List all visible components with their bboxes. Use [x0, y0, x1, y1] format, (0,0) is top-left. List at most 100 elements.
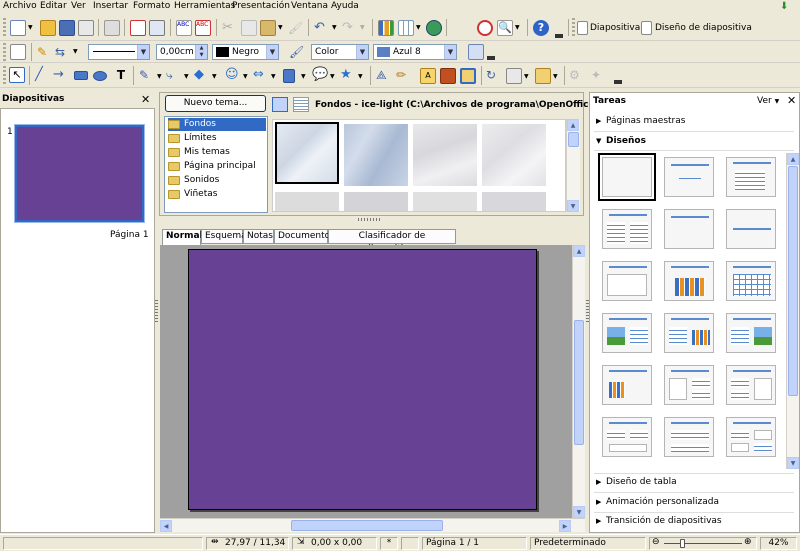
3d-effects-icon[interactable]: ✦ — [591, 67, 607, 83]
gallery-item-paper-white[interactable] — [482, 124, 546, 186]
arrange-icon[interactable] — [535, 68, 551, 84]
section-animacion-personalizada[interactable]: ▶ Animación personalizada — [594, 496, 784, 509]
zoom-slider-thumb[interactable] — [680, 539, 685, 548]
gallery-icon[interactable] — [460, 68, 476, 84]
curve-tool-icon[interactable]: ✎ — [139, 67, 155, 83]
layout-title-text[interactable] — [602, 261, 652, 301]
layout-scrollbar[interactable]: ▲ ▼ — [786, 153, 799, 469]
layout-title-table[interactable] — [726, 261, 776, 301]
layout-title-2-content-right[interactable] — [726, 365, 776, 405]
layout-title-centered[interactable] — [664, 209, 714, 249]
block-arrows-dropdown-arrow-icon[interactable]: ▼ — [271, 73, 276, 80]
new-theme-button[interactable]: Nuevo tema... — [165, 95, 266, 112]
basic-shapes-dropdown-arrow-icon[interactable]: ▼ — [212, 73, 217, 80]
canvas-horizontal-scrollbar[interactable]: ◀ ▶ — [160, 518, 585, 532]
layout-title-2-content[interactable] — [602, 209, 652, 249]
layout-title-chart[interactable] — [664, 261, 714, 301]
text-tool-icon[interactable]: T — [113, 67, 129, 83]
symbol-shapes-icon[interactable]: ☺ — [225, 67, 241, 83]
task-pane-close-icon[interactable]: ✕ — [787, 94, 796, 107]
points-icon[interactable]: ⟁ — [376, 67, 392, 83]
status-style[interactable]: Predeterminado — [530, 537, 646, 550]
line-icon[interactable]: ✎ — [37, 44, 53, 60]
line-tool-icon[interactable]: ╱ — [35, 67, 51, 83]
from-file-icon[interactable] — [440, 68, 456, 84]
block-arrows-icon[interactable]: ⇔ — [253, 67, 269, 83]
task-pane-view-menu[interactable]: Ver ▼ — [757, 96, 779, 106]
task-pane-splitter-handle[interactable] — [586, 300, 589, 322]
arrange-dropdown-arrow-icon[interactable]: ▼ — [553, 73, 558, 80]
toolbar2-overflow-icon[interactable] — [487, 56, 495, 60]
edit-file-icon[interactable] — [104, 20, 120, 36]
insert-chart-icon[interactable] — [378, 20, 394, 36]
status-signature[interactable] — [401, 537, 419, 550]
redo-dropdown-arrow-icon[interactable]: ▼ — [360, 24, 365, 31]
help-icon[interactable]: ? — [533, 20, 549, 36]
stars-dropdown-arrow-icon[interactable]: ▼ — [358, 73, 363, 80]
layout-title-text-image[interactable] — [726, 313, 776, 353]
callouts-dropdown-arrow-icon[interactable]: ▼ — [330, 73, 335, 80]
new-document-icon[interactable] — [10, 20, 26, 36]
open-folder-icon[interactable] — [40, 20, 56, 36]
slides-pane-close-icon[interactable]: ✕ — [141, 92, 150, 107]
slide-layout-button-label[interactable]: Diseño de diapositiva — [655, 23, 752, 33]
gallery-theme-mis-temas[interactable]: Mis temas — [168, 146, 230, 159]
line-style-select[interactable]: ▼ — [88, 44, 150, 60]
shadow-icon[interactable] — [468, 44, 484, 60]
section-transicion-diapositivas[interactable]: ▶ Transición de diapositivas — [594, 515, 784, 528]
copy-icon[interactable] — [241, 20, 257, 36]
email-icon[interactable] — [78, 20, 94, 36]
table-dropdown-arrow-icon[interactable]: ▼ — [416, 24, 421, 31]
gallery-item-grey-1[interactable] — [275, 192, 339, 211]
select-pointer-icon[interactable]: ↖ — [9, 67, 25, 83]
area-color-select[interactable]: Azul 8 ▼ — [373, 44, 457, 60]
layout-blank[interactable] — [598, 153, 656, 201]
stars-icon[interactable]: ★ — [340, 67, 356, 83]
autospellcheck-icon[interactable]: ABC — [195, 20, 211, 36]
new-dropdown-arrow-icon[interactable]: ▼ — [28, 24, 33, 31]
cut-icon[interactable]: ✂ — [222, 20, 238, 36]
clone-format-icon[interactable]: 🖌 — [288, 20, 304, 36]
toolbar3-overflow-icon[interactable] — [614, 80, 622, 84]
icon-view-icon[interactable] — [272, 97, 288, 112]
styles-formatting-icon[interactable] — [10, 44, 26, 60]
ellipse-tool-icon[interactable] — [93, 71, 107, 81]
section-diseno-tabla[interactable]: ▶ Diseño de tabla — [594, 476, 784, 489]
section-paginas-maestras[interactable]: ▶ Páginas maestras — [594, 115, 784, 128]
redo-icon[interactable]: ↷ — [342, 20, 358, 36]
gallery-theme-sonidos[interactable]: Sonidos — [168, 174, 219, 187]
layout-title-content-over[interactable] — [664, 417, 714, 457]
show-draw-functions-icon[interactable] — [426, 20, 442, 36]
connector-dropdown-arrow-icon[interactable]: ▼ — [184, 73, 189, 80]
toolbar-overflow-icon[interactable] — [555, 34, 563, 38]
connector-tool-icon[interactable]: ⤷ — [166, 67, 182, 83]
slide-thumbnail[interactable] — [14, 124, 145, 223]
detail-view-icon[interactable] — [293, 97, 309, 112]
gallery-item-ice-light[interactable] — [275, 122, 339, 184]
tab-notas[interactable]: Notas — [243, 229, 274, 244]
menu-ventana[interactable]: Ventana — [291, 1, 328, 11]
pane-splitter-handle[interactable] — [155, 300, 158, 322]
rotate-icon[interactable]: ↻ — [486, 67, 502, 83]
flowchart-icon[interactable] — [283, 69, 295, 83]
tab-clasificador[interactable]: Clasificador de diapositivas — [328, 229, 456, 254]
alignment-dropdown-arrow-icon[interactable]: ▼ — [524, 73, 529, 80]
layout-title-2-content-over[interactable] — [602, 417, 652, 457]
line-color-select[interactable]: Negro ▼ — [212, 44, 279, 60]
menu-insertar[interactable]: Insertar — [93, 1, 128, 11]
menu-editar[interactable]: Editar — [40, 1, 67, 11]
layout-title-only[interactable] — [664, 157, 714, 197]
area-style-select[interactable]: Color ▼ — [311, 44, 369, 60]
print-icon[interactable] — [149, 20, 165, 36]
layout-title-content[interactable] — [726, 157, 776, 197]
basic-shapes-icon[interactable]: ◆ — [194, 67, 210, 83]
status-zoom-slider[interactable]: ⊖ ⊕ — [649, 537, 757, 550]
curve-dropdown-arrow-icon[interactable]: ▼ — [157, 73, 162, 80]
line-width-field[interactable]: 0,00cm ▲ ▼ — [156, 44, 208, 60]
zoom-out-icon[interactable]: ⊖ — [652, 537, 660, 548]
layout-title-chart-text[interactable] — [664, 313, 714, 353]
menu-ver[interactable]: Ver — [71, 1, 86, 11]
layout-title-image-text[interactable] — [602, 313, 652, 353]
zoom-dropdown-arrow-icon[interactable]: ▼ — [515, 24, 520, 31]
gallery-scrollbar[interactable]: ▲ ▼ — [566, 119, 580, 212]
